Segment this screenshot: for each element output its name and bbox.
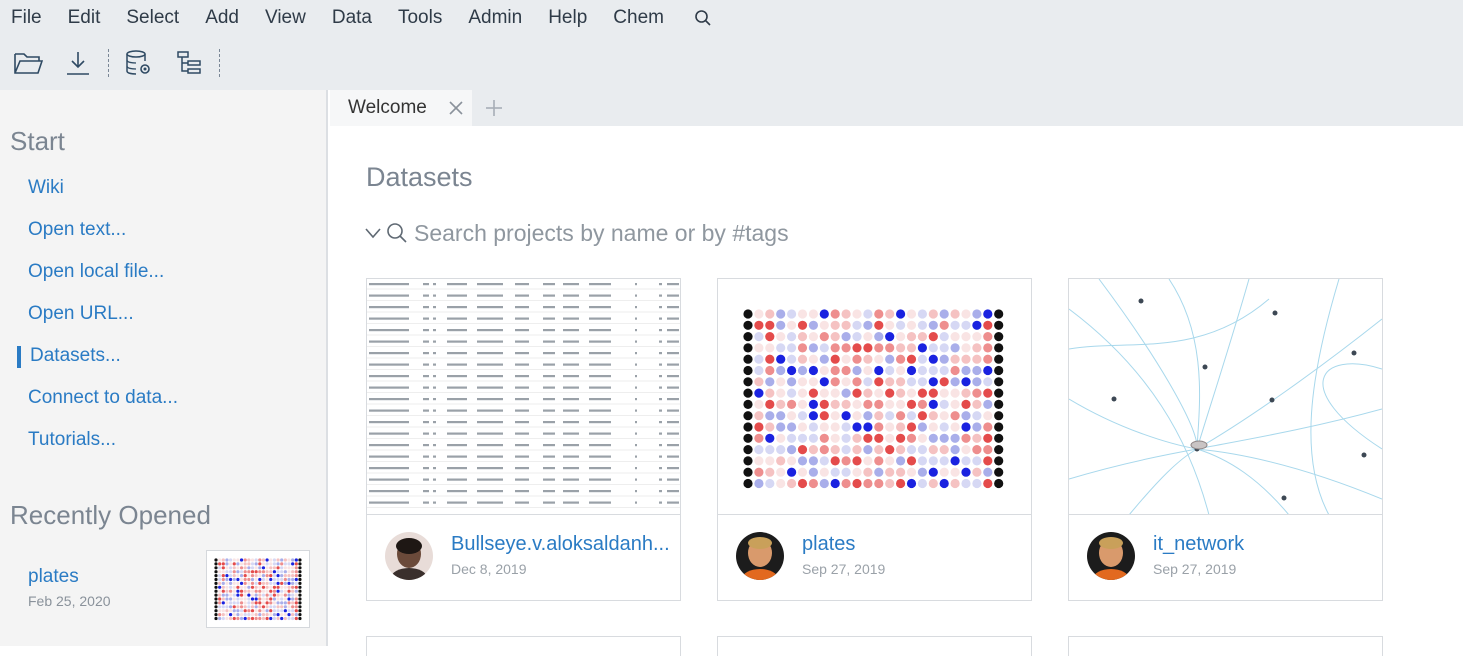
dataset-card[interactable]: plates Sep 27, 2019 [717, 278, 1032, 601]
tree-view-icon[interactable] [173, 47, 205, 79]
search-icon [387, 223, 407, 243]
sidebar-link-datasets[interactable]: Datasets... [30, 345, 121, 367]
dataset-name[interactable]: Bullseye.v.aloksaldanh... [451, 533, 673, 556]
dataset-thumbnail-network[interactable] [1069, 279, 1382, 515]
toolbar-separator [108, 49, 109, 77]
recent-item-thumbnail[interactable] [206, 550, 310, 628]
menu-help[interactable]: Help [538, 7, 587, 29]
menu-tools[interactable]: Tools [388, 7, 442, 29]
recent-item-date: Feb 25, 2020 [28, 593, 111, 609]
tab-bar: Welcome [330, 90, 1463, 126]
avatar [1087, 532, 1135, 580]
toolbar [0, 36, 1463, 90]
menu-view[interactable]: View [255, 7, 306, 29]
sidebar-link-connect-to-data[interactable]: Connect to data... [28, 387, 178, 409]
dataset-thumbnail-plate[interactable] [718, 279, 1031, 515]
dataset-card[interactable]: Bullseye.v.aloksaldanh... Dec 8, 2019 [366, 278, 681, 601]
search-icon[interactable] [692, 7, 714, 29]
menu-chem[interactable]: Chem [603, 7, 664, 29]
dataset-card[interactable] [717, 636, 1032, 656]
dataset-card[interactable]: it_network Sep 27, 2019 [1068, 278, 1383, 601]
project-search[interactable]: Search projects by name or by #tags [364, 218, 789, 248]
recent-item-name[interactable]: plates [28, 566, 79, 588]
dataset-card[interactable] [366, 636, 681, 656]
menu-bar: File Edit Select Add View Data Tools Adm… [0, 0, 1463, 36]
avatar [736, 532, 784, 580]
page-title: Datasets [366, 162, 473, 192]
dataset-card[interactable] [1068, 636, 1383, 656]
menu-edit[interactable]: Edit [58, 7, 101, 29]
dataset-date: Sep 27, 2019 [1153, 561, 1237, 577]
sidebar-link-open-local-file[interactable]: Open local file... [28, 261, 164, 283]
dataset-name[interactable]: plates [802, 533, 1024, 556]
dataset-date: Sep 27, 2019 [802, 561, 886, 577]
plus-icon[interactable] [484, 98, 504, 118]
active-indicator [17, 346, 21, 368]
dataset-name[interactable]: it_network [1153, 533, 1375, 556]
recently-opened-heading: Recently Opened [10, 500, 211, 530]
tab-welcome-label: Welcome [348, 97, 427, 118]
download-icon[interactable] [62, 47, 94, 79]
close-icon[interactable] [448, 100, 464, 116]
sidebar-link-wiki[interactable]: Wiki [28, 177, 64, 199]
menu-file[interactable]: File [0, 7, 42, 29]
sidebar-link-open-url[interactable]: Open URL... [28, 303, 134, 325]
main-content: Datasets Search projects by name or by #… [330, 126, 1463, 656]
menu-add[interactable]: Add [195, 7, 239, 29]
toolbar-separator [219, 49, 220, 77]
search-input[interactable]: Search projects by name or by #tags [414, 220, 789, 247]
chevron-down-icon[interactable] [364, 224, 382, 242]
start-heading: Start [10, 126, 65, 156]
sidebar-link-tutorials[interactable]: Tutorials... [28, 429, 116, 451]
menu-data[interactable]: Data [322, 7, 372, 29]
avatar [385, 532, 433, 580]
open-folder-icon[interactable] [12, 47, 44, 79]
menu-select[interactable]: Select [116, 7, 179, 29]
sidebar: Start Wiki Open text... Open local file.… [0, 90, 328, 646]
dataset-date: Dec 8, 2019 [451, 561, 527, 577]
dataset-thumbnail-table[interactable] [367, 279, 680, 515]
menu-admin[interactable]: Admin [458, 7, 522, 29]
database-gear-icon[interactable] [123, 47, 155, 79]
sidebar-link-open-text[interactable]: Open text... [28, 219, 126, 241]
